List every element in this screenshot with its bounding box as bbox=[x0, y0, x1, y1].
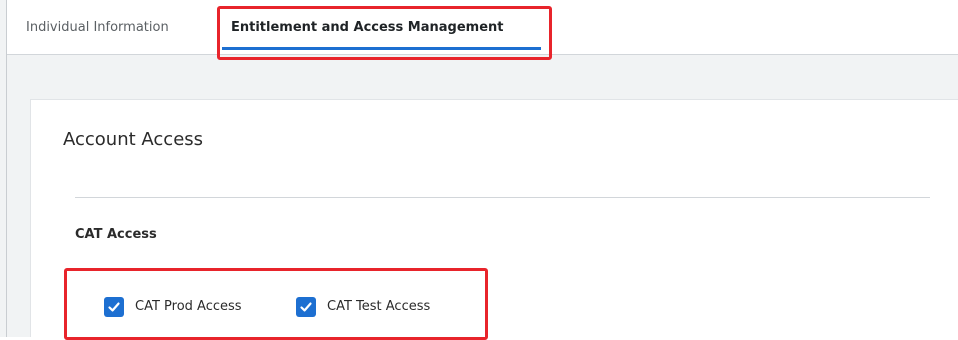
app-screen: Individual Information Entitlement and A… bbox=[0, 0, 958, 340]
account-access-title: Account Access bbox=[63, 129, 204, 150]
checkbox-highlight-box bbox=[64, 268, 488, 340]
tab-highlight-box bbox=[217, 6, 552, 60]
tab-individual-information[interactable]: Individual Information bbox=[26, 19, 169, 37]
cat-access-title: CAT Access bbox=[75, 227, 157, 242]
section-divider bbox=[75, 197, 930, 198]
